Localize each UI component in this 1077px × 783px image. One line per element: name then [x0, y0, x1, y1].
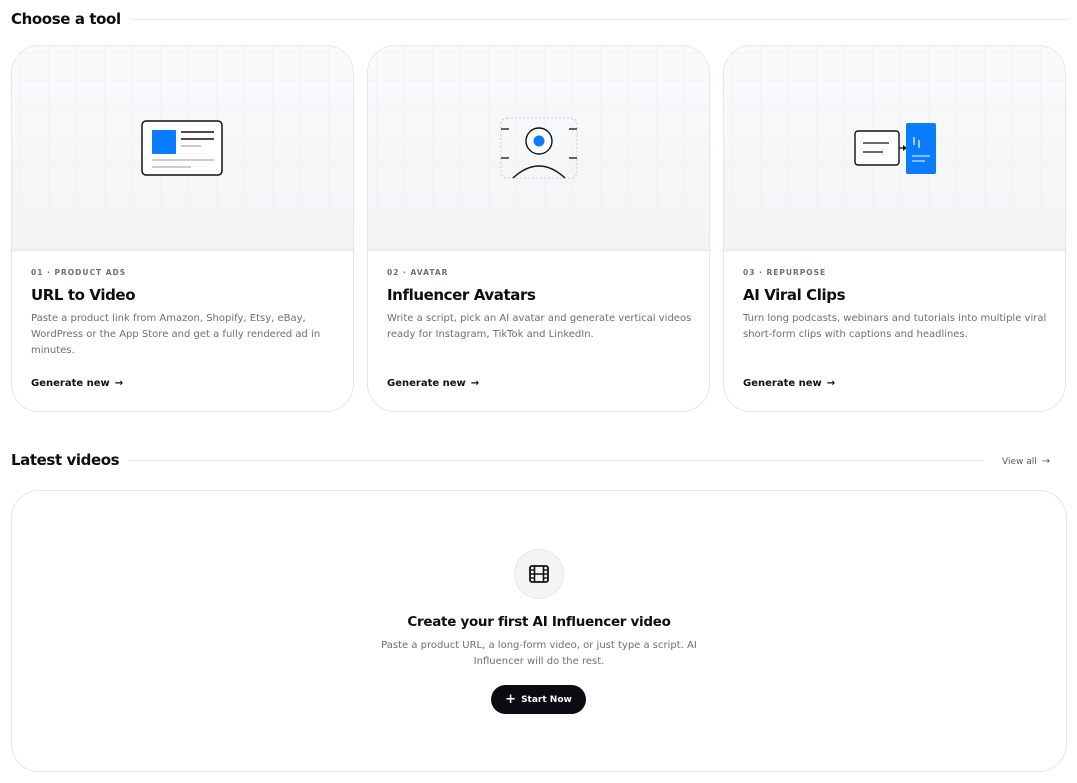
videos-section-header: Latest videos: [11, 451, 1056, 469]
card-description: Paste a product link from Amazon, Shopif…: [31, 313, 321, 356]
arrow-right-icon: →: [470, 378, 480, 389]
arrow-right-icon: →: [114, 378, 124, 389]
tool-card-url-to-video[interactable]: 01 · PRODUCT ADS URL to Video Paste a pr…: [11, 45, 354, 412]
start-now-button[interactable]: + Start Now: [491, 685, 586, 714]
plus-icon: +: [505, 692, 517, 707]
card-title: Influencer Avatars: [387, 286, 536, 304]
tool-card-influencer-avatars[interactable]: 02 · AVATAR Influencer Avatars Write a s…: [367, 45, 710, 412]
card-eyebrow: 01 · PRODUCT ADS: [31, 268, 127, 277]
card-title: AI Viral Clips: [743, 286, 846, 304]
section-title: Choose a tool: [11, 10, 121, 28]
film-icon-badge: [514, 549, 564, 599]
card-eyebrow: 03 · REPURPOSE: [743, 268, 827, 277]
card-illustration-area: [368, 46, 709, 251]
section-title: Latest videos: [11, 451, 120, 469]
generate-new-link[interactable]: Generate new →: [31, 378, 123, 389]
empty-state-panel: Create your first AI Influencer video Pa…: [11, 490, 1067, 772]
empty-state-description: Paste a product URL, a long-form video, …: [381, 640, 697, 667]
card-title: URL to Video: [31, 286, 136, 304]
card-description: Turn long podcasts, webinars and tutoria…: [743, 313, 1047, 340]
arrow-right-icon: →: [826, 378, 836, 389]
card-body: 02 · AVATAR Influencer Avatars Write a s…: [387, 268, 693, 343]
product-page-illustration-icon: [141, 120, 223, 176]
generate-new-link[interactable]: Generate new →: [387, 378, 479, 389]
generate-new-label: Generate new: [743, 378, 822, 389]
card-body: 01 · PRODUCT ADS URL to Video Paste a pr…: [31, 268, 337, 359]
clip-repurpose-illustration-icon: [854, 123, 936, 174]
tool-card-ai-viral-clips[interactable]: 03 · REPURPOSE AI Viral Clips Turn long …: [723, 45, 1066, 412]
generate-new-label: Generate new: [387, 378, 466, 389]
card-body: 03 · REPURPOSE AI Viral Clips Turn long …: [743, 268, 1049, 343]
divider: [129, 459, 985, 461]
card-illustration-area: [724, 46, 1065, 251]
card-illustration-area: [12, 46, 353, 251]
avatar-frame-illustration-icon: [500, 117, 578, 179]
tools-section-header: Choose a tool: [11, 10, 1067, 28]
arrow-right-icon: →: [1041, 456, 1051, 467]
start-now-label: Start Now: [521, 694, 572, 705]
generate-new-link[interactable]: Generate new →: [743, 378, 835, 389]
film-icon: [529, 565, 549, 583]
divider: [132, 18, 1067, 20]
empty-state-title: Create your first AI Influencer video: [407, 614, 671, 630]
view-all-label: View all: [1002, 456, 1037, 467]
card-eyebrow: 02 · AVATAR: [387, 268, 449, 277]
card-description: Write a script, pick an AI avatar and ge…: [387, 313, 692, 340]
view-all-link[interactable]: View all →: [1002, 456, 1050, 467]
generate-new-label: Generate new: [31, 378, 110, 389]
